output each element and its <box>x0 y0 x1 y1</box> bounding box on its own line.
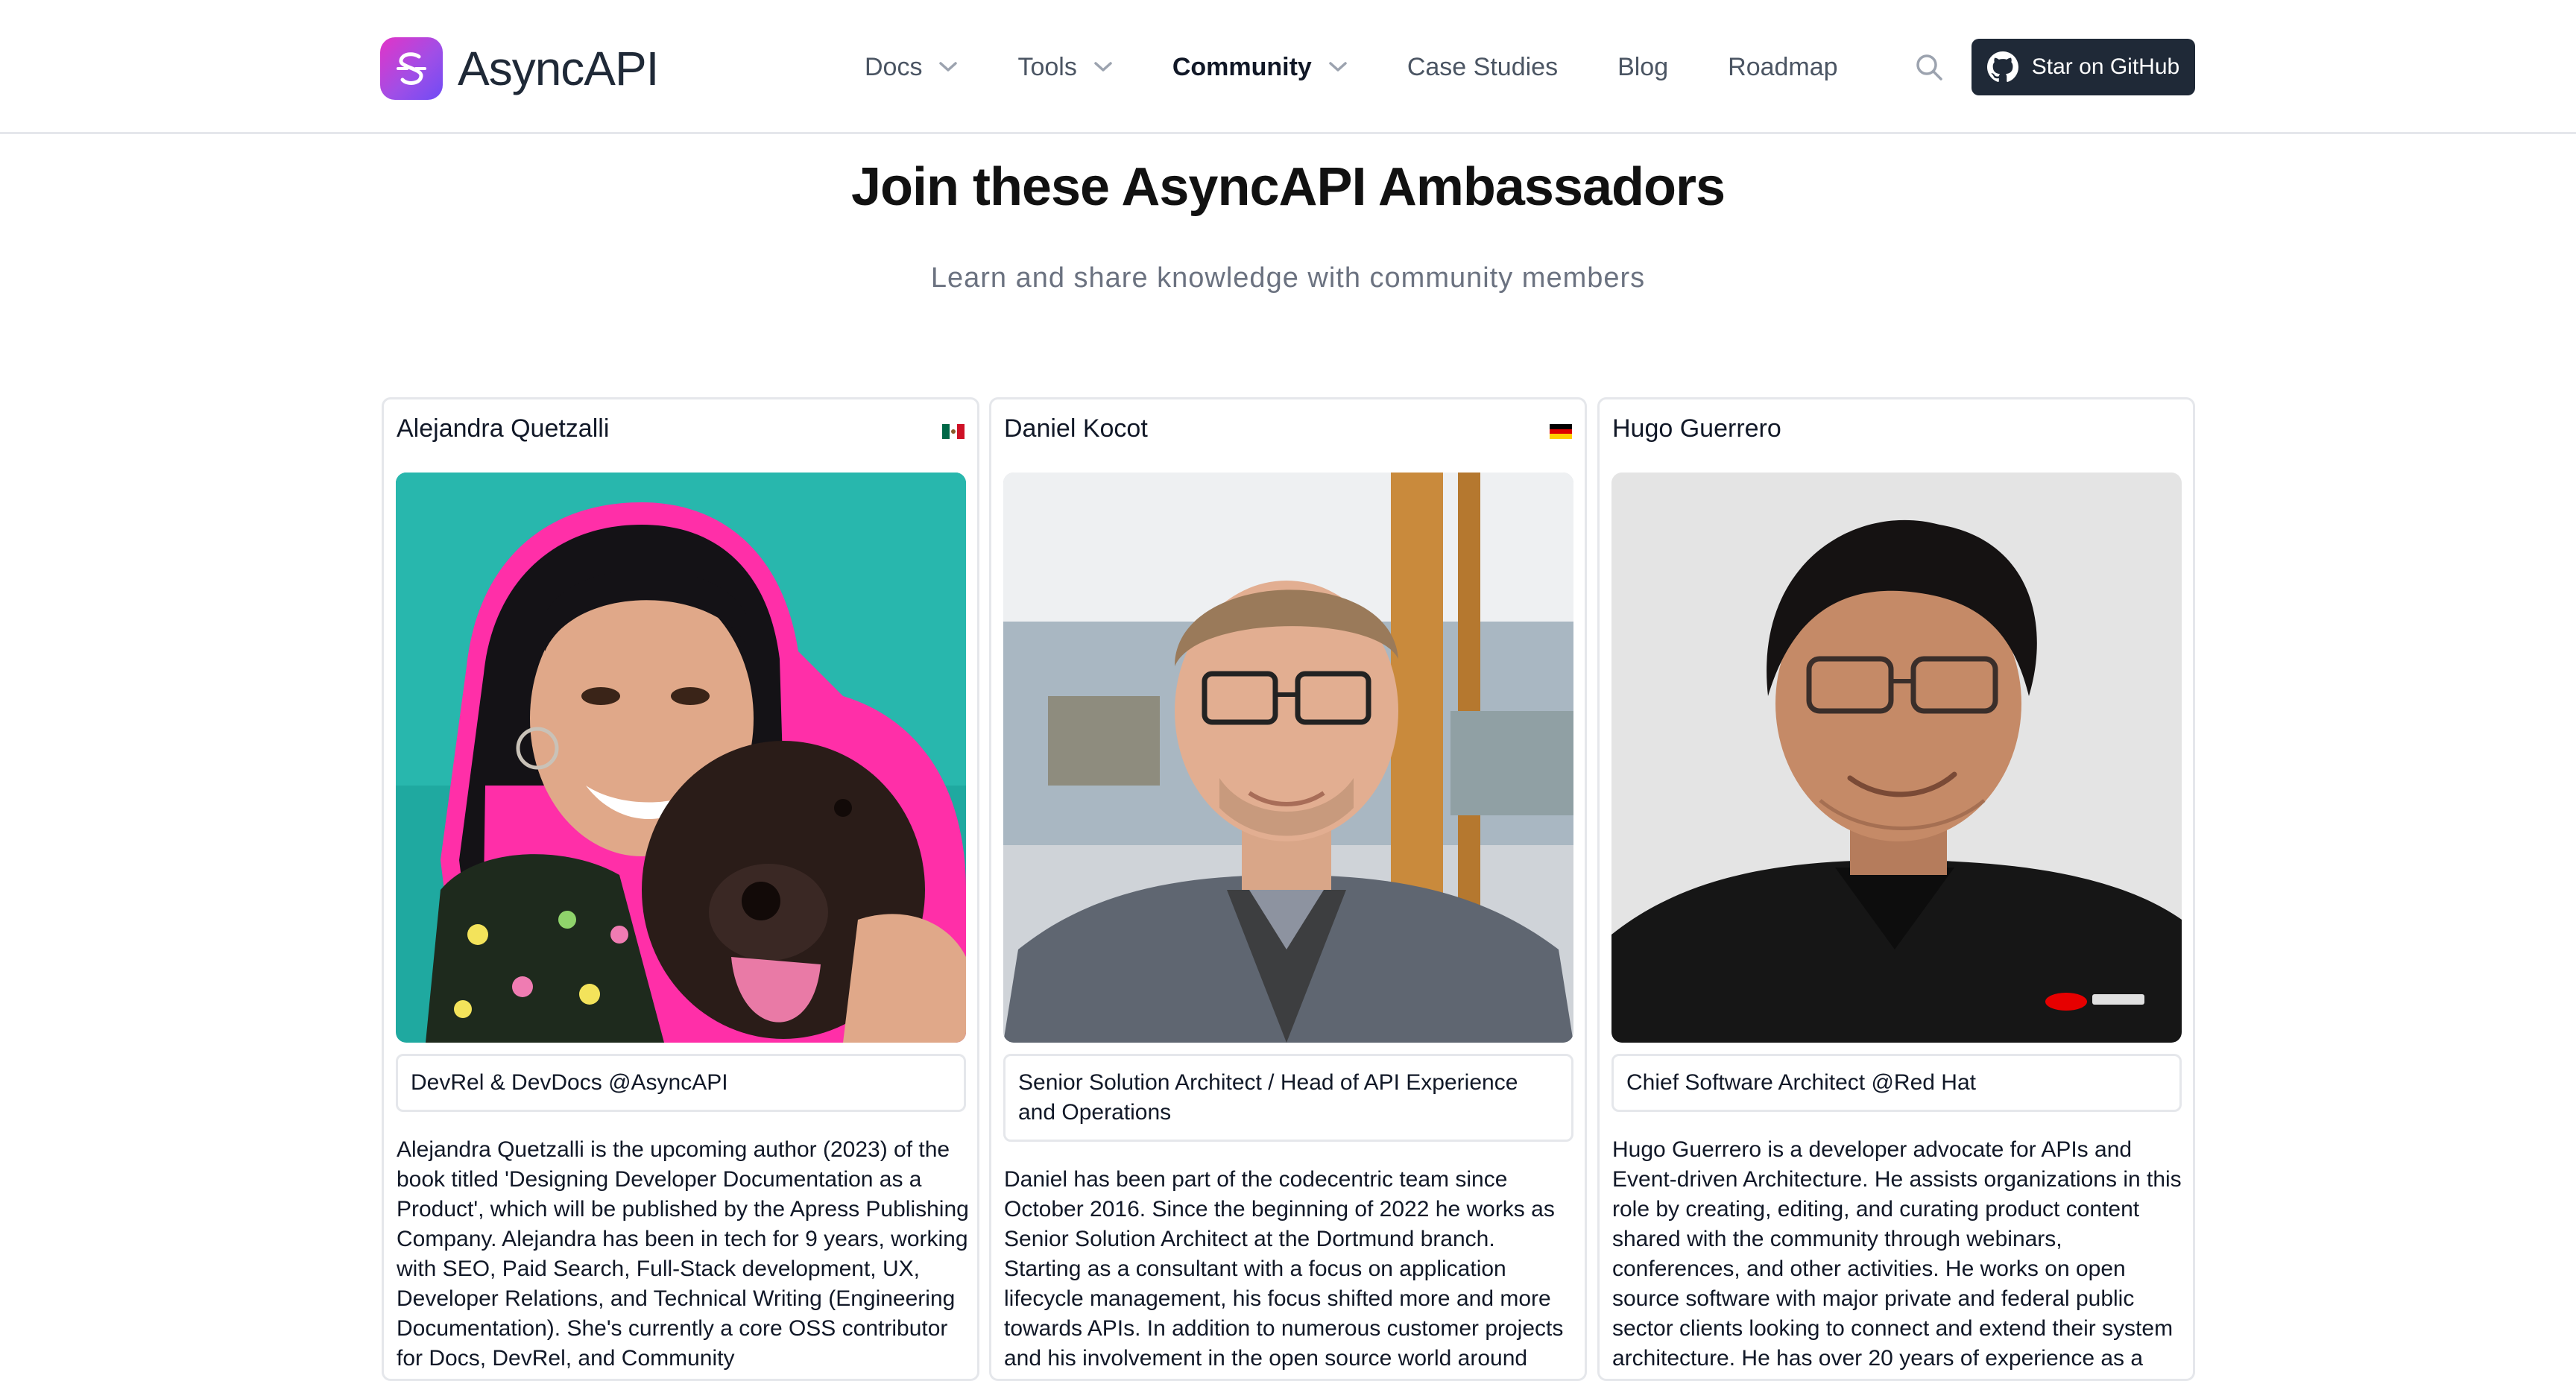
nav-docs[interactable]: Docs <box>865 53 958 82</box>
nav-blog-label: Blog <box>1617 52 1669 81</box>
logo-text: AsyncAPI <box>458 42 659 95</box>
ambassador-role: Chief Software Architect @Red Hat <box>1611 1054 2182 1112</box>
ambassador-role: DevRel & DevDocs @AsyncAPI <box>396 1054 966 1112</box>
ambassador-bio: Daniel has been part of the codecentric … <box>1004 1167 1564 1371</box>
nav-blog[interactable]: Blog <box>1617 53 1668 82</box>
star-on-github-button[interactable]: Star on GitHub <box>1972 39 2195 95</box>
main-nav: Docs Tools Community Case Studies Blog R… <box>865 45 1898 89</box>
ambassador-role: Senior Solution Architect / Head of API … <box>1003 1054 1573 1142</box>
nav-case-studies[interactable]: Case Studies <box>1407 53 1558 82</box>
nav-roadmap-label: Roadmap <box>1728 52 1838 81</box>
ambassador-card[interactable]: Alejandra Quetzalli DevRel & DevDocs @As… <box>382 397 979 1381</box>
ambassador-photo <box>1611 473 2182 1043</box>
ambassador-name: Daniel Kocot <box>1004 414 1148 443</box>
chevron-down-icon <box>939 62 958 72</box>
ambassador-name: Alejandra Quetzalli <box>397 414 610 443</box>
asyncapi-logo[interactable]: AsyncAPI <box>380 37 659 100</box>
ambassador-card[interactable]: Hugo Guerrero Chief Software Architect @… <box>1597 397 2195 1381</box>
page-title: Join these AsyncAPI Ambassadors <box>850 157 1726 217</box>
germany-flag-icon <box>1550 424 1572 439</box>
site-header: AsyncAPI Docs Tools Community Case Studi… <box>0 0 2576 134</box>
nav-community[interactable]: Community <box>1172 53 1348 82</box>
nav-docs-label: Docs <box>865 52 923 81</box>
nav-tools-label: Tools <box>1017 52 1077 81</box>
github-icon <box>1986 51 2018 82</box>
ambassador-bio: Hugo Guerrero is a developer advocate fo… <box>1612 1137 2182 1371</box>
chevron-down-icon <box>1094 62 1112 72</box>
ambassador-photo <box>1003 473 1573 1043</box>
github-button-label: Star on GitHub <box>2031 54 2180 79</box>
ambassador-bio: Alejandra Quetzalli is the upcoming auth… <box>397 1137 969 1371</box>
mexico-flag-icon <box>942 424 965 439</box>
page-subtitle: Learn and share knowledge with community… <box>930 262 1646 294</box>
search-icon[interactable] <box>1913 51 1945 83</box>
nav-roadmap[interactable]: Roadmap <box>1728 53 1837 82</box>
nav-community-label: Community <box>1172 52 1312 81</box>
chevron-down-icon <box>1329 62 1347 72</box>
ambassador-card[interactable]: Daniel Kocot Senior Solution Architect /… <box>989 397 1587 1381</box>
ambassador-photo <box>396 473 966 1043</box>
nav-tools[interactable]: Tools <box>1017 53 1112 82</box>
asyncapi-logo-icon <box>380 37 443 100</box>
ambassador-name: Hugo Guerrero <box>1612 414 1781 443</box>
nav-case-studies-label: Case Studies <box>1407 52 1559 81</box>
